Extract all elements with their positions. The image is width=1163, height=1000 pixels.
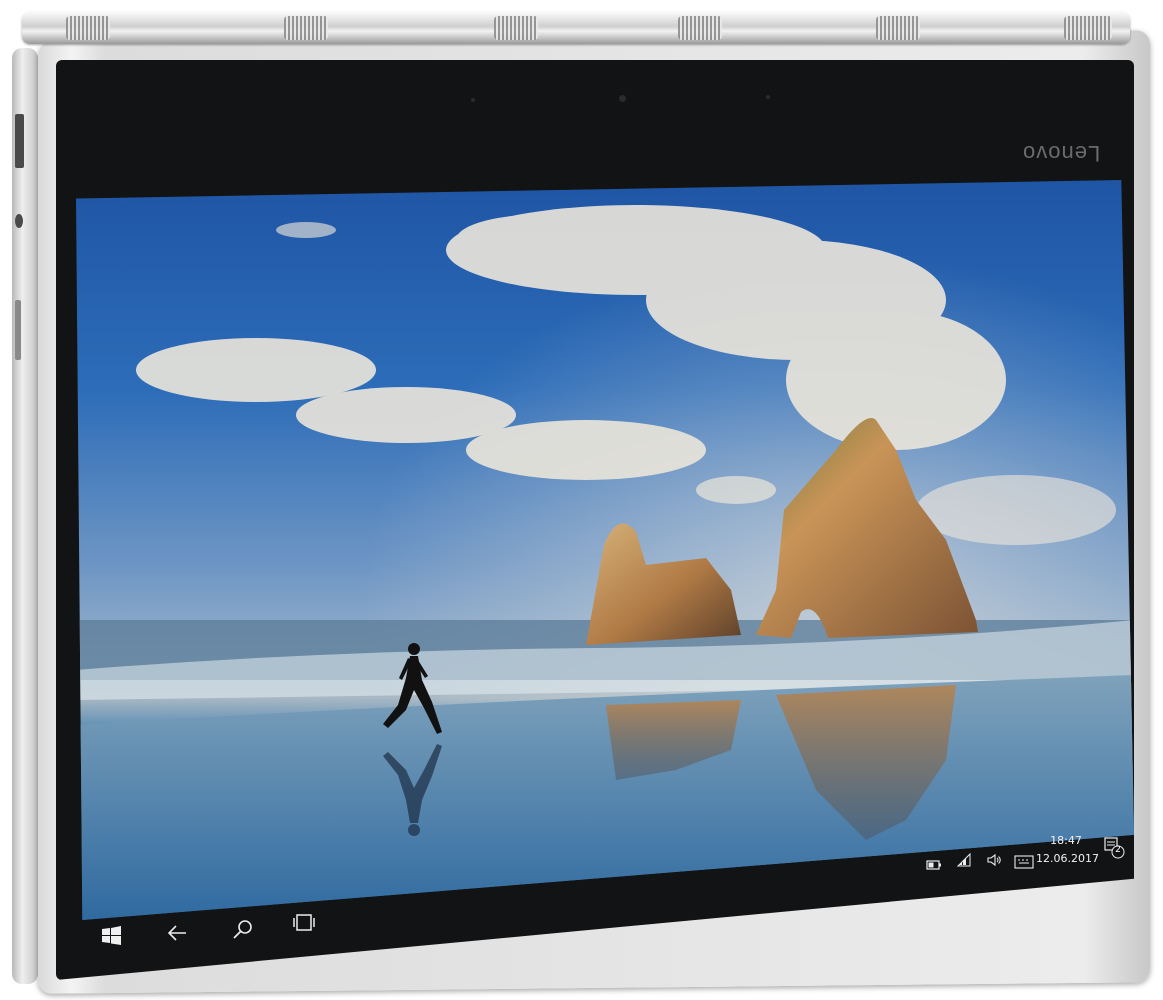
webcam [619,95,626,102]
ambient-sensor [471,98,475,102]
notification-count-badge: 2 [1115,845,1121,855]
volume-icon[interactable] [986,852,1002,872]
search-icon[interactable] [232,918,254,944]
task-view-icon[interactable] [292,912,316,938]
clock-time[interactable]: 18:47 [1036,834,1096,848]
power-button [15,300,21,360]
wifi-icon[interactable] [956,852,972,872]
side-rail [12,48,38,984]
laptop-device: Lenovo 18:47 12.06.2017 2 [0,0,1163,1000]
taskbar: 18:47 12.06.2017 2 [86,834,1134,962]
audio-jack [15,214,23,228]
brand-logo: Lenovo [1022,141,1101,166]
back-arrow-icon[interactable] [166,922,188,948]
desktop-wallpaper [76,180,1134,920]
clock-date[interactable]: 12.06.2017 [1036,852,1099,866]
watchband-hinge [22,12,1130,44]
wallpaper-scene [76,180,1134,920]
windows-logo-icon[interactable] [102,926,122,950]
touch-keyboard-icon[interactable] [1014,854,1034,873]
usb-port [15,114,24,168]
microphone [766,95,770,99]
battery-icon[interactable] [926,856,942,875]
action-center-icon[interactable]: 2 [1104,836,1126,864]
